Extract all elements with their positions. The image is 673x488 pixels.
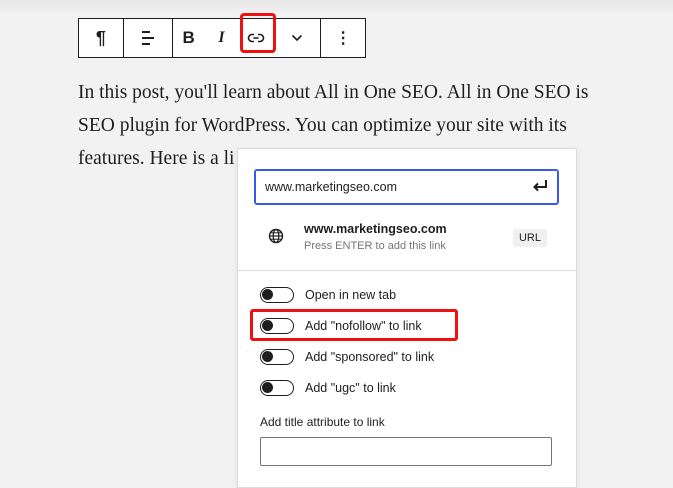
sponsored-toggle-row[interactable]: Add "sponsored" to link xyxy=(260,346,434,368)
paragraph-block-button[interactable]: ¶ xyxy=(79,19,123,57)
toggle-label: Open in new tab xyxy=(305,288,397,302)
url-input[interactable] xyxy=(265,170,515,203)
title-attribute-input[interactable] xyxy=(260,437,552,466)
enter-icon[interactable] xyxy=(532,179,548,193)
paragraph-line: In this post, you'll learn about All in … xyxy=(78,82,589,103)
link-suggestion[interactable]: www.marketingseo.com Press ENTER to add … xyxy=(254,217,559,259)
ugc-toggle[interactable] xyxy=(260,380,294,396)
url-input-container xyxy=(254,169,559,205)
chevron-down-icon xyxy=(292,34,303,42)
link-button-highlight xyxy=(240,13,276,53)
more-rich-text-button[interactable] xyxy=(274,19,320,57)
open-new-tab-toggle-row[interactable]: Open in new tab xyxy=(260,284,396,306)
bold-button[interactable]: B xyxy=(173,19,205,57)
nofollow-highlight xyxy=(250,309,458,341)
open-new-tab-toggle[interactable] xyxy=(260,287,294,303)
align-button[interactable] xyxy=(124,19,172,57)
toggle-label: Add "sponsored" to link xyxy=(305,350,435,364)
suggestion-hint: Press ENTER to add this link xyxy=(304,240,446,252)
paragraph-icon: ¶ xyxy=(95,27,106,48)
url-type-badge: URL xyxy=(513,229,547,247)
block-toolbar: ¶ B I ⋮ xyxy=(78,18,366,58)
title-attribute-label: Add title attribute to link xyxy=(260,415,385,429)
italic-button[interactable]: I xyxy=(205,19,239,57)
paragraph-line: SEO plugin for WordPress. You can optimi… xyxy=(78,115,567,136)
suggestion-title: www.marketingseo.com xyxy=(304,222,447,236)
toggle-label: Add "ugc" to link xyxy=(305,381,396,395)
more-options-icon: ⋮ xyxy=(335,30,352,47)
sponsored-toggle[interactable] xyxy=(260,349,294,365)
italic-label: I xyxy=(218,29,225,46)
globe-icon xyxy=(268,228,284,244)
link-popover: www.marketingseo.com Press ENTER to add … xyxy=(237,148,577,488)
top-shadow xyxy=(0,0,673,14)
popover-divider xyxy=(238,270,576,271)
align-icon xyxy=(141,31,154,45)
bold-label: B xyxy=(182,28,195,47)
more-options-button[interactable]: ⋮ xyxy=(321,19,365,57)
ugc-toggle-row[interactable]: Add "ugc" to link xyxy=(260,377,396,399)
